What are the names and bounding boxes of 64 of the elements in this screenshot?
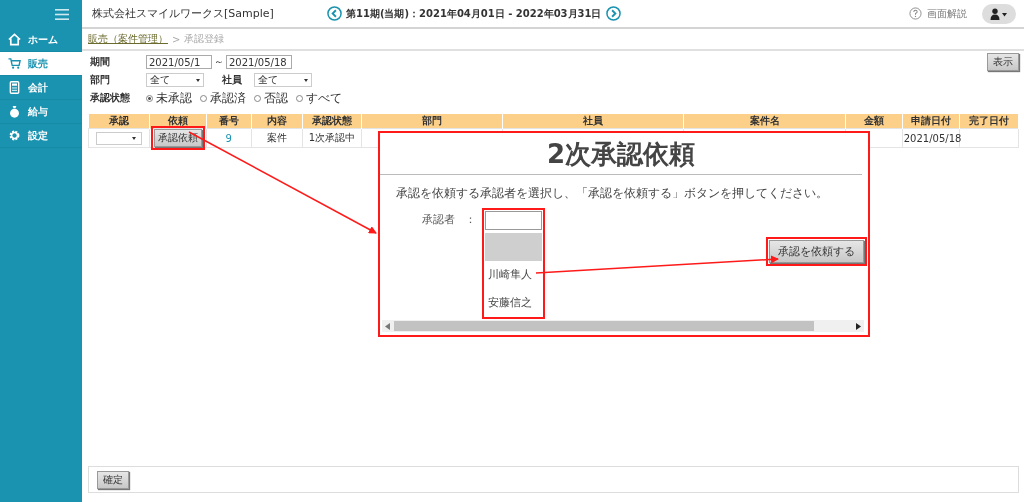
column-header: 申請日付 (902, 114, 960, 129)
column-header: 承認状態 (302, 114, 362, 129)
number-link[interactable]: 9 (225, 132, 232, 144)
cart-icon (8, 57, 21, 70)
help-link[interactable]: 画面解説 (927, 6, 967, 21)
money-bag-icon (8, 105, 21, 118)
company-name: 株式会社スマイルワークス[Sample] (92, 6, 275, 21)
sidebar-item[interactable]: 会計 (0, 76, 82, 100)
confirm-button[interactable]: 確定 (97, 470, 129, 489)
approver-field[interactable] (485, 211, 542, 230)
employee-select[interactable]: 全て (254, 73, 312, 87)
user-icon (990, 7, 1008, 20)
submit-request-button[interactable]: 承認を依頼する (769, 240, 864, 263)
sidebar-item[interactable]: 販売 (0, 52, 82, 76)
approver-label: 承認者 (422, 212, 455, 227)
home-icon (8, 33, 21, 46)
calculator-icon (8, 81, 21, 94)
column-header: 番号 (206, 114, 252, 129)
approval-select[interactable] (95, 131, 142, 145)
status-label: 承認状態 (90, 91, 131, 105)
range-separator: ～ (214, 55, 224, 69)
breadcrumb-separator: > (172, 33, 181, 45)
approver-option[interactable]: 安藤信之 (484, 289, 543, 317)
status-radio[interactable]: 承認済 (200, 89, 246, 107)
scroll-right-icon[interactable] (855, 322, 861, 330)
column-header: 完了日付 (959, 114, 1019, 129)
show-button[interactable]: 表示 (987, 53, 1019, 71)
fiscal-period: 第11期(当期)：2021年04月01日 - 2022年03月31日 (346, 6, 602, 21)
table-cell: 1次承認中 (308, 132, 356, 143)
period-label: 期間 (90, 55, 111, 69)
end-date-field[interactable]: 2021/05/18 (226, 55, 292, 69)
approver-option[interactable]: 川崎隼人 (484, 261, 543, 289)
sidebar-item[interactable]: 給与 (0, 100, 82, 124)
table-cell: 案件 (266, 132, 287, 143)
department-label: 部門 (90, 73, 111, 87)
horizontal-scrollbar[interactable] (382, 320, 864, 332)
user-menu-button[interactable] (982, 3, 1016, 24)
dialog-title: 2次承認依頼 (380, 135, 862, 175)
request-approval-button[interactable]: 承認依頼 (153, 129, 202, 147)
employee-label: 社員 (222, 73, 243, 87)
column-header: 部門 (361, 114, 503, 129)
breadcrumb-current: 承認登録 (184, 32, 225, 46)
column-header: 金額 (845, 114, 903, 129)
menu-icon[interactable] (55, 8, 69, 20)
status-radio[interactable]: 未承認 (146, 89, 192, 107)
status-radio[interactable]: すべて (296, 89, 342, 107)
column-header: 内容 (251, 114, 303, 129)
column-header: 承認 (88, 114, 150, 129)
table-cell: 2021/05/18 (903, 132, 962, 144)
help-icon[interactable] (909, 7, 922, 20)
status-radio[interactable]: 否認 (254, 89, 288, 107)
next-icon[interactable] (605, 6, 621, 21)
sidebar-item[interactable]: 設定 (0, 124, 82, 148)
breadcrumb-link[interactable]: 販売（案件管理） (88, 32, 168, 46)
settings-icon (8, 129, 21, 142)
scroll-left-icon[interactable] (385, 322, 391, 330)
previous-icon[interactable] (327, 6, 342, 21)
label-colon: ： (465, 212, 476, 227)
column-header: 社員 (502, 114, 684, 129)
approver-dropdown[interactable]: 川崎隼人 安藤信之 (482, 208, 545, 319)
column-header: 案件名 (683, 114, 846, 129)
instruction-text: 承認を依頼する承認者を選択し、「承認を依頼する」ボタンを押してください。 (396, 185, 829, 202)
department-select[interactable]: 全て (146, 73, 204, 87)
start-date-field[interactable]: 2021/05/1 (146, 55, 212, 69)
